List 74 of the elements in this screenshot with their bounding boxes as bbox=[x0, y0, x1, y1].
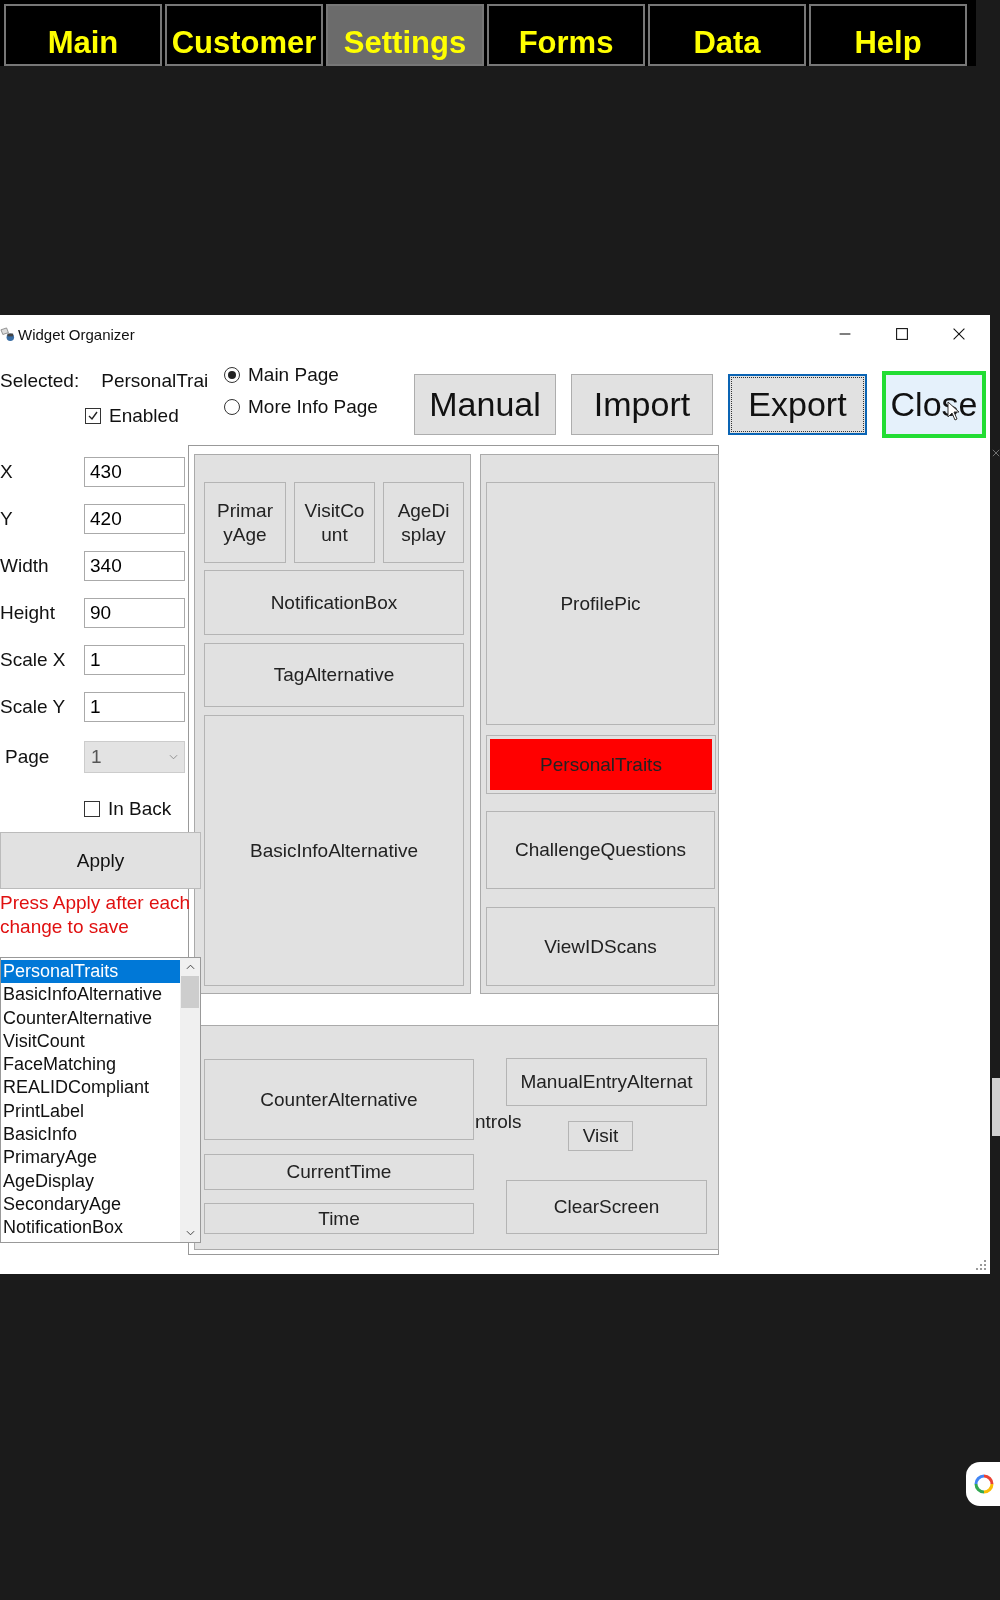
scroll-thumb[interactable] bbox=[181, 976, 199, 1008]
list-item[interactable]: PrimaryAge bbox=[1, 1146, 180, 1170]
toolbar-button[interactable]: Close bbox=[882, 371, 986, 438]
list-item[interactable]: BasicInfo bbox=[1, 1123, 180, 1147]
nav-tab[interactable]: Forms bbox=[487, 4, 645, 66]
widget-block[interactable]: BasicInfoAlternative bbox=[204, 715, 464, 986]
selected-value: PersonalTrai bbox=[101, 370, 210, 392]
list-item[interactable]: FaceMatching bbox=[1, 1053, 180, 1077]
widget-label: ntrols bbox=[475, 1111, 522, 1133]
list-item[interactable]: VisitCount bbox=[1, 1029, 180, 1054]
nav-tab[interactable]: Main bbox=[4, 4, 162, 66]
list-item[interactable]: BasicInfoAlternative bbox=[1, 983, 180, 1007]
scroll-up-icon[interactable] bbox=[185, 964, 195, 970]
resize-grip-icon[interactable] bbox=[976, 1260, 986, 1270]
nav-tab[interactable]: Customer bbox=[165, 4, 323, 66]
nav-tab[interactable]: Help bbox=[809, 4, 967, 66]
widget-block[interactable]: NotificationBox bbox=[204, 570, 464, 635]
widget-block[interactable]: ClearScreen bbox=[506, 1180, 707, 1234]
window-title: Widget Organizer bbox=[18, 325, 135, 343]
field-label: X bbox=[0, 461, 14, 483]
page-radio[interactable]: Main Page bbox=[224, 364, 414, 386]
scroll-down-icon[interactable] bbox=[185, 1230, 195, 1236]
widget-block[interactable]: PrimaryAge bbox=[204, 482, 286, 563]
scrollbar[interactable] bbox=[180, 958, 200, 1242]
toolbar-button[interactable]: Export bbox=[728, 374, 867, 435]
list-item[interactable]: PrintLabel bbox=[1, 1099, 180, 1124]
field-label: Width bbox=[0, 555, 50, 577]
field-label: Scale X bbox=[0, 649, 67, 671]
number-field[interactable]: 420 bbox=[84, 504, 185, 534]
widget-block[interactable]: TagAlternative bbox=[204, 643, 464, 707]
app-icon bbox=[0, 326, 15, 342]
enabled-checkbox[interactable]: Enabled bbox=[85, 405, 224, 427]
widget-block[interactable]: ChallengeQuestions bbox=[486, 811, 715, 889]
list-item[interactable]: AgeDisplay bbox=[1, 1169, 180, 1193]
list-item[interactable]: PersonalTraits bbox=[1, 960, 180, 984]
apply-button[interactable]: Apply bbox=[0, 832, 201, 889]
widget-block[interactable]: Visit bbox=[568, 1121, 633, 1151]
number-field[interactable]: 1 bbox=[84, 692, 185, 722]
field-label: Scale Y bbox=[0, 696, 67, 718]
number-field[interactable]: 90 bbox=[84, 598, 185, 628]
widget-block[interactable]: ProfilePic bbox=[486, 482, 715, 725]
nav-tab[interactable]: Data bbox=[648, 4, 806, 66]
widget-block[interactable]: VisitCount bbox=[294, 482, 375, 563]
floating-button[interactable] bbox=[966, 1462, 1000, 1506]
widget-listbox[interactable]: PersonalTraits BasicInfoAlternative CounterAlternative VisitCount FaceMatching REALIDCompliant PrintLabel BasicInfo PrimaryAge AgeDisplay SecondaryAge NotificationBox bbox=[0, 957, 201, 1243]
ring-icon bbox=[974, 1474, 994, 1494]
in-back-checkbox[interactable]: In Back bbox=[84, 798, 188, 820]
widget-block[interactable]: ManualEntryAlternat bbox=[506, 1058, 707, 1106]
nav-tab[interactable]: Settings bbox=[326, 4, 484, 66]
widget-block[interactable]: Time bbox=[204, 1203, 474, 1234]
number-field[interactable]: 1 bbox=[84, 645, 185, 675]
field-label: Page bbox=[4, 746, 51, 768]
maximize-icon[interactable] bbox=[893, 325, 911, 343]
scrollbar[interactable] bbox=[992, 1078, 1000, 1136]
list-item[interactable]: NotificationBox bbox=[1, 1216, 180, 1240]
checkbox-box[interactable] bbox=[84, 801, 100, 817]
caret-icon bbox=[169, 754, 178, 760]
widget-block[interactable]: AgeDisplay bbox=[383, 482, 464, 563]
selected-label: Selected: bbox=[0, 370, 80, 392]
list-item[interactable]: REALIDCompliant bbox=[1, 1076, 180, 1100]
page-radio[interactable]: More Info Page bbox=[224, 396, 414, 418]
widget-block[interactable]: ViewIDScans bbox=[486, 907, 715, 986]
apply-note: Press Apply after each change to save bbox=[0, 891, 192, 939]
field-label: Height bbox=[0, 602, 56, 624]
list-item[interactable]: SecondaryAge bbox=[1, 1192, 180, 1217]
checkbox-box[interactable] bbox=[85, 408, 101, 424]
field-label: Y bbox=[0, 508, 14, 530]
toolbar-button[interactable]: Import bbox=[571, 374, 713, 435]
list-item[interactable]: CounterAlternative bbox=[1, 1006, 180, 1030]
toolbar-button[interactable]: Manual bbox=[414, 374, 556, 435]
number-field[interactable]: 340 bbox=[84, 551, 185, 581]
number-field[interactable]: 430 bbox=[84, 457, 185, 487]
widget-block[interactable]: CurrentTime bbox=[204, 1154, 474, 1190]
widget-block[interactable]: CounterAlternative bbox=[204, 1059, 474, 1140]
